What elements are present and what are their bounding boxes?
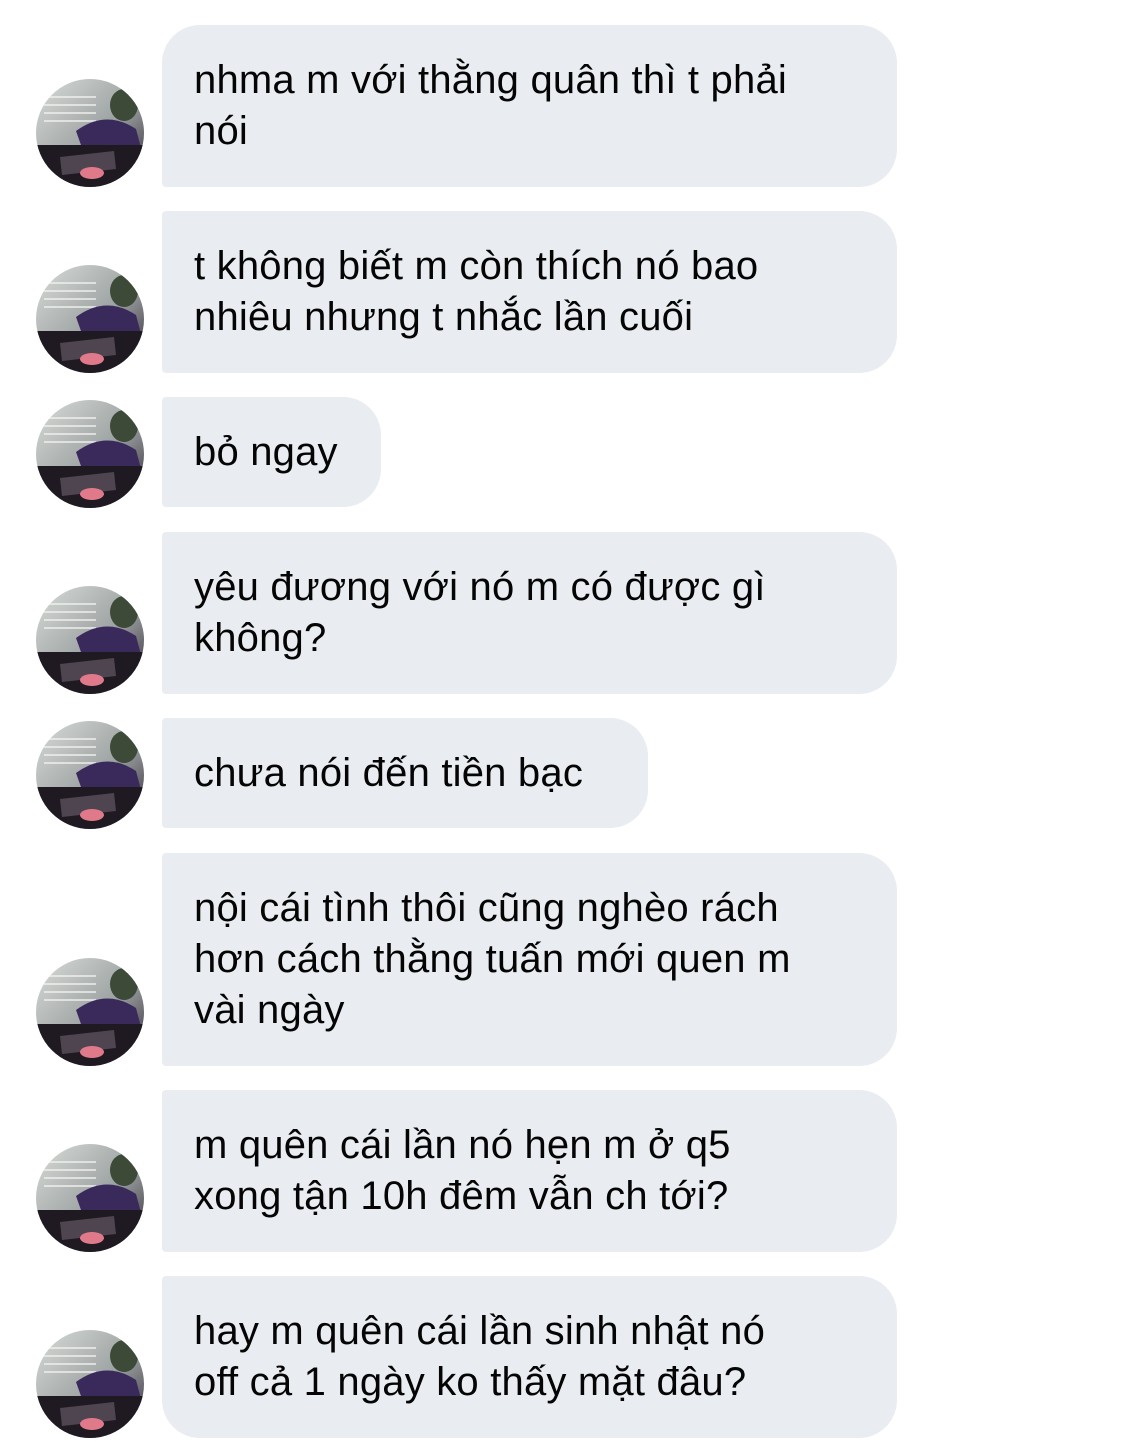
profile-photo-icon xyxy=(36,586,144,694)
profile-photo-icon xyxy=(36,265,144,373)
message-bubble[interactable]: nhma m với thằng quân thì t phải nói xyxy=(162,25,897,187)
message-row: chưa nói đến tiền bạc xyxy=(0,718,1125,829)
sender-avatar[interactable] xyxy=(36,958,144,1066)
message-row: yêu đương với nó m có được gì không? xyxy=(0,532,1125,694)
message-row: hay m quên cái lần sinh nhật nó off cả 1… xyxy=(0,1276,1125,1438)
sender-avatar[interactable] xyxy=(36,721,144,829)
sender-avatar[interactable] xyxy=(36,79,144,187)
message-bubble[interactable]: chưa nói đến tiền bạc xyxy=(162,718,648,828)
profile-photo-icon xyxy=(36,400,144,508)
message-bubble[interactable]: nội cái tình thôi cũng nghèo rách hơn cá… xyxy=(162,853,897,1066)
message-bubble[interactable]: bỏ ngay xyxy=(162,397,381,507)
message-row: t không biết m còn thích nó bao nhiêu nh… xyxy=(0,211,1125,373)
profile-photo-icon xyxy=(36,958,144,1066)
sender-avatar[interactable] xyxy=(36,1330,144,1438)
sender-avatar[interactable] xyxy=(36,265,144,373)
sender-avatar[interactable] xyxy=(36,1144,144,1252)
message-bubble[interactable]: t không biết m còn thích nó bao nhiêu nh… xyxy=(162,211,897,373)
message-bubble[interactable]: m quên cái lần nó hẹn m ở q5 xong tận 10… xyxy=(162,1090,897,1252)
message-bubble[interactable]: hay m quên cái lần sinh nhật nó off cả 1… xyxy=(162,1276,897,1438)
sender-avatar[interactable] xyxy=(36,586,144,694)
profile-photo-icon xyxy=(36,721,144,829)
profile-photo-icon xyxy=(36,79,144,187)
message-row: nhma m với thằng quân thì t phải nói xyxy=(0,25,1125,187)
profile-photo-icon xyxy=(36,1330,144,1438)
sender-avatar[interactable] xyxy=(36,400,144,508)
profile-photo-icon xyxy=(36,1144,144,1252)
message-thread: nhma m với thằng quân thì t phải nói t k… xyxy=(0,0,1125,1443)
message-row: m quên cái lần nó hẹn m ở q5 xong tận 10… xyxy=(0,1090,1125,1252)
message-row: bỏ ngay xyxy=(0,397,1125,508)
message-row: nội cái tình thôi cũng nghèo rách hơn cá… xyxy=(0,853,1125,1066)
message-bubble[interactable]: yêu đương với nó m có được gì không? xyxy=(162,532,897,694)
